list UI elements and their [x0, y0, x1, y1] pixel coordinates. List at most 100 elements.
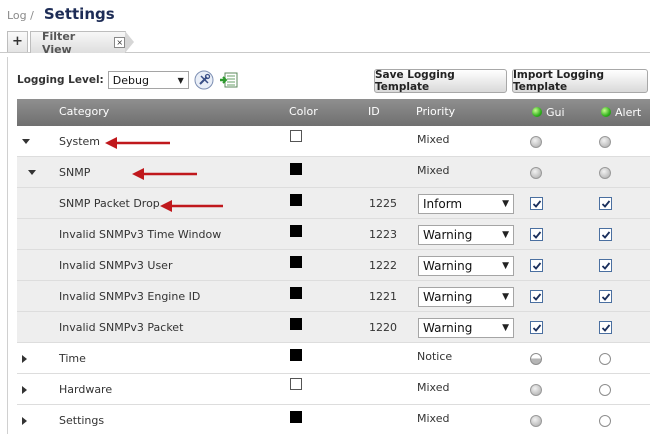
gui-checkbox[interactable] — [530, 259, 543, 272]
gui-radio[interactable] — [530, 414, 542, 427]
column-header-color[interactable]: Color — [289, 105, 318, 118]
tab-arrow-icon — [125, 31, 134, 53]
expand-icon[interactable] — [22, 343, 32, 374]
color-swatch — [290, 410, 302, 423]
breadcrumb: Log / Settings — [7, 5, 115, 25]
triangle-right-icon — [22, 385, 27, 394]
color-cell[interactable] — [290, 153, 302, 184]
gui-radio[interactable] — [530, 352, 542, 365]
gui-checkbox[interactable] — [530, 197, 543, 210]
table-row[interactable]: Invalid SNMPv3 User 1222 Warning ▼ — [17, 250, 650, 281]
color-swatch — [290, 162, 302, 175]
alert-radio[interactable] — [599, 352, 611, 365]
alert-checkbox[interactable] — [599, 259, 612, 272]
priority-text: Mixed — [417, 164, 450, 177]
priority-value: Warning — [423, 289, 473, 304]
green-dot-icon — [532, 107, 542, 117]
gui-checkbox[interactable] — [530, 228, 543, 241]
category-label: System — [59, 135, 101, 148]
logging-level-select[interactable]: Debug ▼ — [107, 71, 189, 89]
color-cell[interactable] — [290, 246, 302, 277]
priority-select[interactable]: Warning ▼ — [418, 255, 514, 276]
import-logging-template-button[interactable]: Import Logging Template — [512, 69, 648, 93]
color-swatch — [290, 129, 302, 142]
save-logging-template-button[interactable]: Save Logging Template — [374, 69, 507, 93]
alert-checkbox[interactable] — [599, 228, 612, 241]
color-swatch — [290, 193, 302, 206]
triangle-down-icon — [22, 139, 30, 144]
logging-level-value: Debug — [112, 73, 149, 87]
gui-radio[interactable] — [530, 135, 542, 148]
alert-checkbox[interactable] — [599, 290, 612, 303]
chevron-down-icon: ▼ — [502, 260, 509, 271]
priority-select[interactable]: Warning ▼ — [418, 317, 514, 338]
column-header-category[interactable]: Category — [59, 105, 109, 118]
category-label: Invalid SNMPv3 Time Window — [59, 228, 222, 241]
table-row[interactable]: Invalid SNMPv3 Time Window 1223 Warning ▼ — [17, 219, 650, 250]
alert-checkbox[interactable] — [599, 321, 612, 334]
breadcrumb-log-link[interactable]: Log / — [7, 9, 34, 22]
close-icon[interactable]: × — [114, 37, 125, 48]
color-cell[interactable] — [290, 339, 302, 370]
tab-filter-view[interactable]: Filter View × — [30, 29, 126, 56]
table-row[interactable]: Hardware Mixed — [17, 374, 650, 405]
priority-select[interactable]: Warning ▼ — [418, 286, 514, 307]
color-swatch — [290, 224, 302, 237]
alert-radio[interactable] — [599, 383, 611, 396]
gui-radio[interactable] — [530, 383, 542, 396]
expand-icon[interactable] — [22, 405, 32, 434]
checkmark-icon — [601, 230, 610, 239]
color-cell[interactable] — [290, 401, 302, 432]
column-header-alert[interactable]: Alert — [601, 106, 641, 119]
table-row[interactable]: Invalid SNMPv3 Engine ID 1221 Warning ▼ — [17, 281, 650, 312]
color-cell[interactable] — [290, 184, 302, 215]
category-label: Settings — [59, 414, 105, 427]
priority-text: Mixed — [417, 133, 450, 146]
alert-radio[interactable] — [599, 414, 611, 427]
color-swatch — [290, 255, 302, 268]
annotation-arrow — [132, 168, 197, 180]
tab-bar: + Filter View × — [0, 28, 650, 56]
checkmark-icon — [532, 230, 541, 239]
collapse-icon[interactable] — [22, 126, 32, 157]
grid-header: Category Color ID Priority Gui Alert — [17, 99, 650, 126]
column-header-gui-label: Gui — [546, 106, 565, 119]
expand-icon[interactable] — [22, 374, 32, 405]
table-row[interactable]: SNMP Packet Drop 1225 Inform ▼ — [17, 188, 650, 219]
tab-filter-view-label: Filter View — [42, 29, 76, 56]
gui-checkbox[interactable] — [530, 290, 543, 303]
triangle-down-icon — [28, 170, 36, 175]
apply-list-icon[interactable] — [219, 70, 239, 90]
table-row[interactable]: Settings Mixed — [17, 405, 650, 434]
table-row[interactable]: Invalid SNMPv3 Packet 1220 Warning ▼ — [17, 312, 650, 343]
collapse-icon[interactable] — [28, 157, 38, 188]
color-swatch — [290, 348, 302, 361]
alert-checkbox[interactable] — [599, 197, 612, 210]
checkmark-icon — [601, 323, 610, 332]
priority-text: Notice — [417, 350, 453, 363]
gui-radio[interactable] — [530, 166, 542, 179]
color-cell[interactable] — [290, 120, 302, 151]
column-header-id[interactable]: ID — [368, 105, 380, 118]
alert-radio[interactable] — [599, 135, 611, 148]
settings-tools-icon[interactable] — [194, 70, 214, 90]
category-label: SNMP — [59, 166, 91, 179]
chevron-down-icon: ▼ — [177, 75, 184, 85]
color-cell[interactable] — [290, 368, 302, 399]
gui-checkbox[interactable] — [530, 321, 543, 334]
color-cell[interactable] — [290, 215, 302, 246]
chevron-down-icon: ▼ — [502, 198, 509, 209]
alert-radio[interactable] — [599, 166, 611, 179]
add-tab-button[interactable]: + — [7, 31, 28, 52]
column-header-priority[interactable]: Priority — [416, 105, 455, 118]
column-header-gui[interactable]: Gui — [532, 106, 565, 119]
color-cell[interactable] — [290, 277, 302, 308]
category-label: Invalid SNMPv3 Engine ID — [59, 290, 201, 303]
priority-select[interactable]: Inform ▼ — [418, 193, 514, 214]
table-row[interactable]: SNMP Mixed — [17, 157, 650, 188]
priority-select[interactable]: Warning ▼ — [418, 224, 514, 245]
category-table: System Mixed SNMP Mixed SNMP Packet Drop 1225… — [17, 126, 650, 434]
column-header-alert-label: Alert — [615, 106, 642, 119]
color-cell[interactable] — [290, 308, 302, 339]
table-row[interactable]: Time Notice — [17, 343, 650, 374]
